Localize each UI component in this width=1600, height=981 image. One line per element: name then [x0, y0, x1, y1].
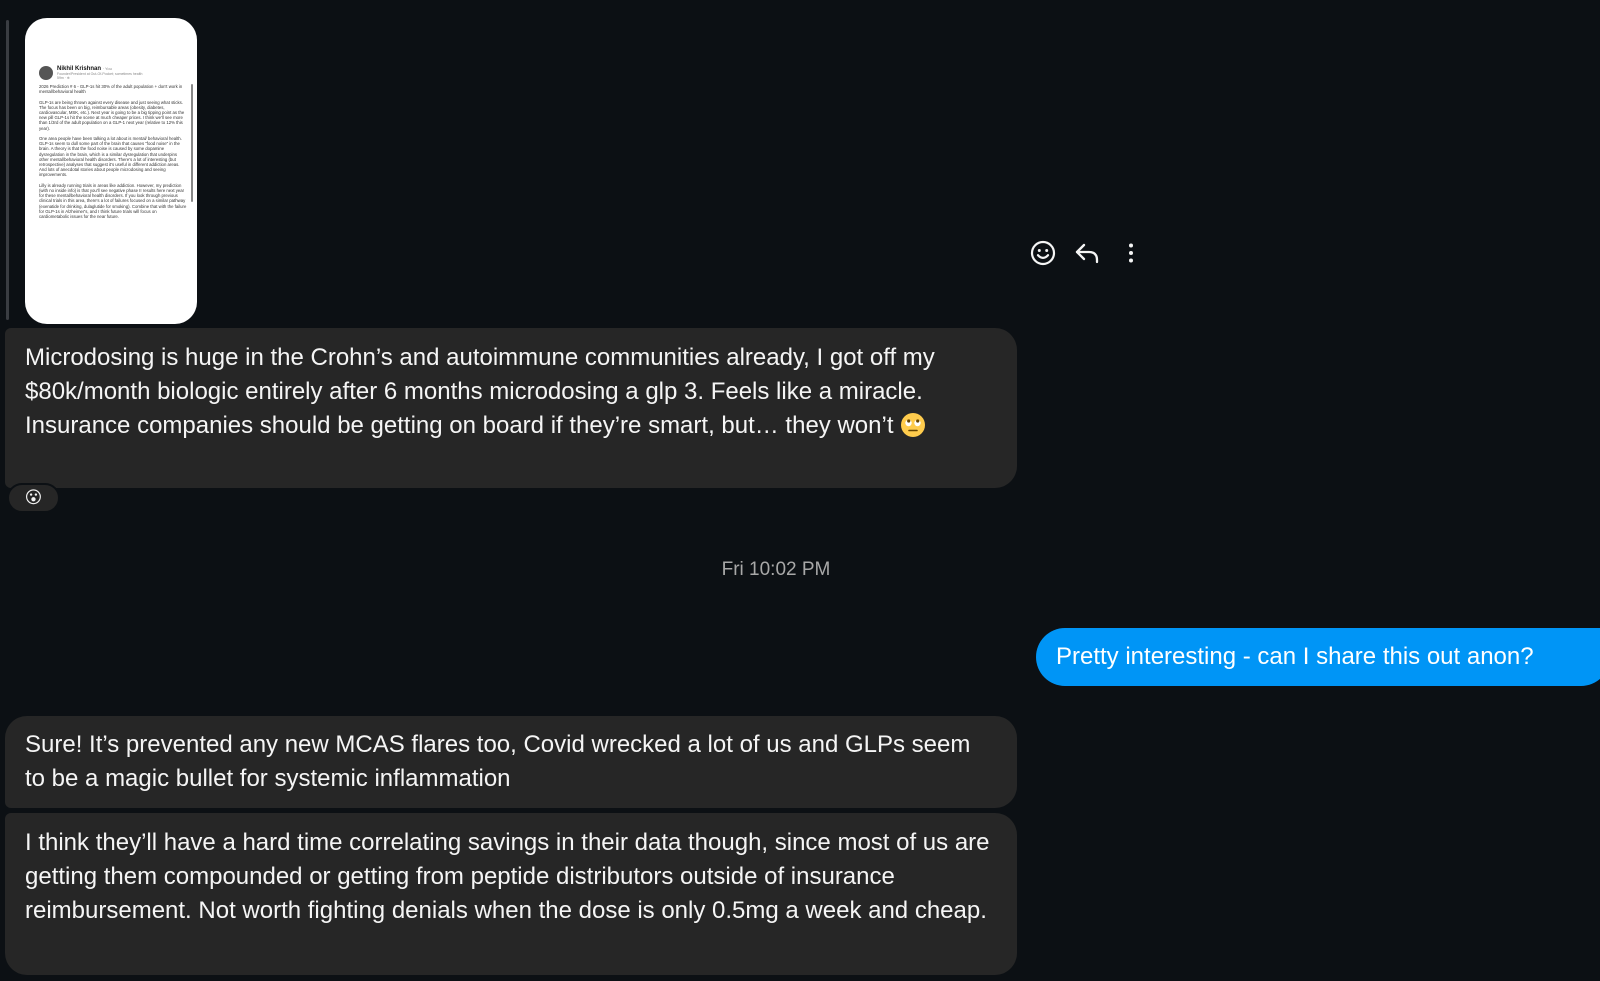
eye-roll-emoji: [900, 412, 926, 438]
incoming-message[interactable]: Microdosing is huge in the Crohn’s and a…: [5, 328, 1017, 488]
post-header: Nikhil Krishnan · You Founder/President …: [39, 66, 187, 80]
post-author-meta: · You: [102, 66, 112, 71]
message-text: Microdosing is huge in the Crohn’s and a…: [25, 344, 935, 439]
shared-post-preview[interactable]: Nikhil Krishnan · You Founder/President …: [25, 18, 197, 324]
reply-arrow-icon[interactable]: [1074, 240, 1100, 266]
avatar: [39, 66, 53, 80]
post-body: 2026 Prediction # 6 - GLP-1s hit 30% of …: [39, 84, 187, 220]
message-text: Pretty interesting - can I share this ou…: [1056, 643, 1534, 670]
reaction-emoji: 😮: [24, 488, 43, 507]
vertical-ellipsis-icon[interactable]: [1118, 240, 1144, 266]
incoming-message[interactable]: I think they’ll have a hard time correla…: [5, 813, 1017, 975]
outgoing-message[interactable]: Pretty interesting - can I share this ou…: [1036, 628, 1600, 686]
shared-post-content: Nikhil Krishnan · You Founder/President …: [39, 66, 187, 314]
incoming-message[interactable]: Sure! It’s prevented any new MCAS flares…: [5, 716, 1017, 808]
post-age: 59m · ⊕: [57, 76, 70, 80]
message-text: I think they’ll have a hard time correla…: [25, 829, 990, 924]
smiley-icon[interactable]: [1030, 240, 1056, 266]
post-scrollbar: [191, 84, 193, 202]
thread-rail: [6, 20, 9, 320]
message-actions: [1030, 236, 1144, 270]
reaction-badge[interactable]: 😮: [7, 483, 60, 513]
timestamp: Fri 10:02 PM: [721, 559, 831, 580]
message-text: Sure! It’s prevented any new MCAS flares…: [25, 731, 971, 792]
